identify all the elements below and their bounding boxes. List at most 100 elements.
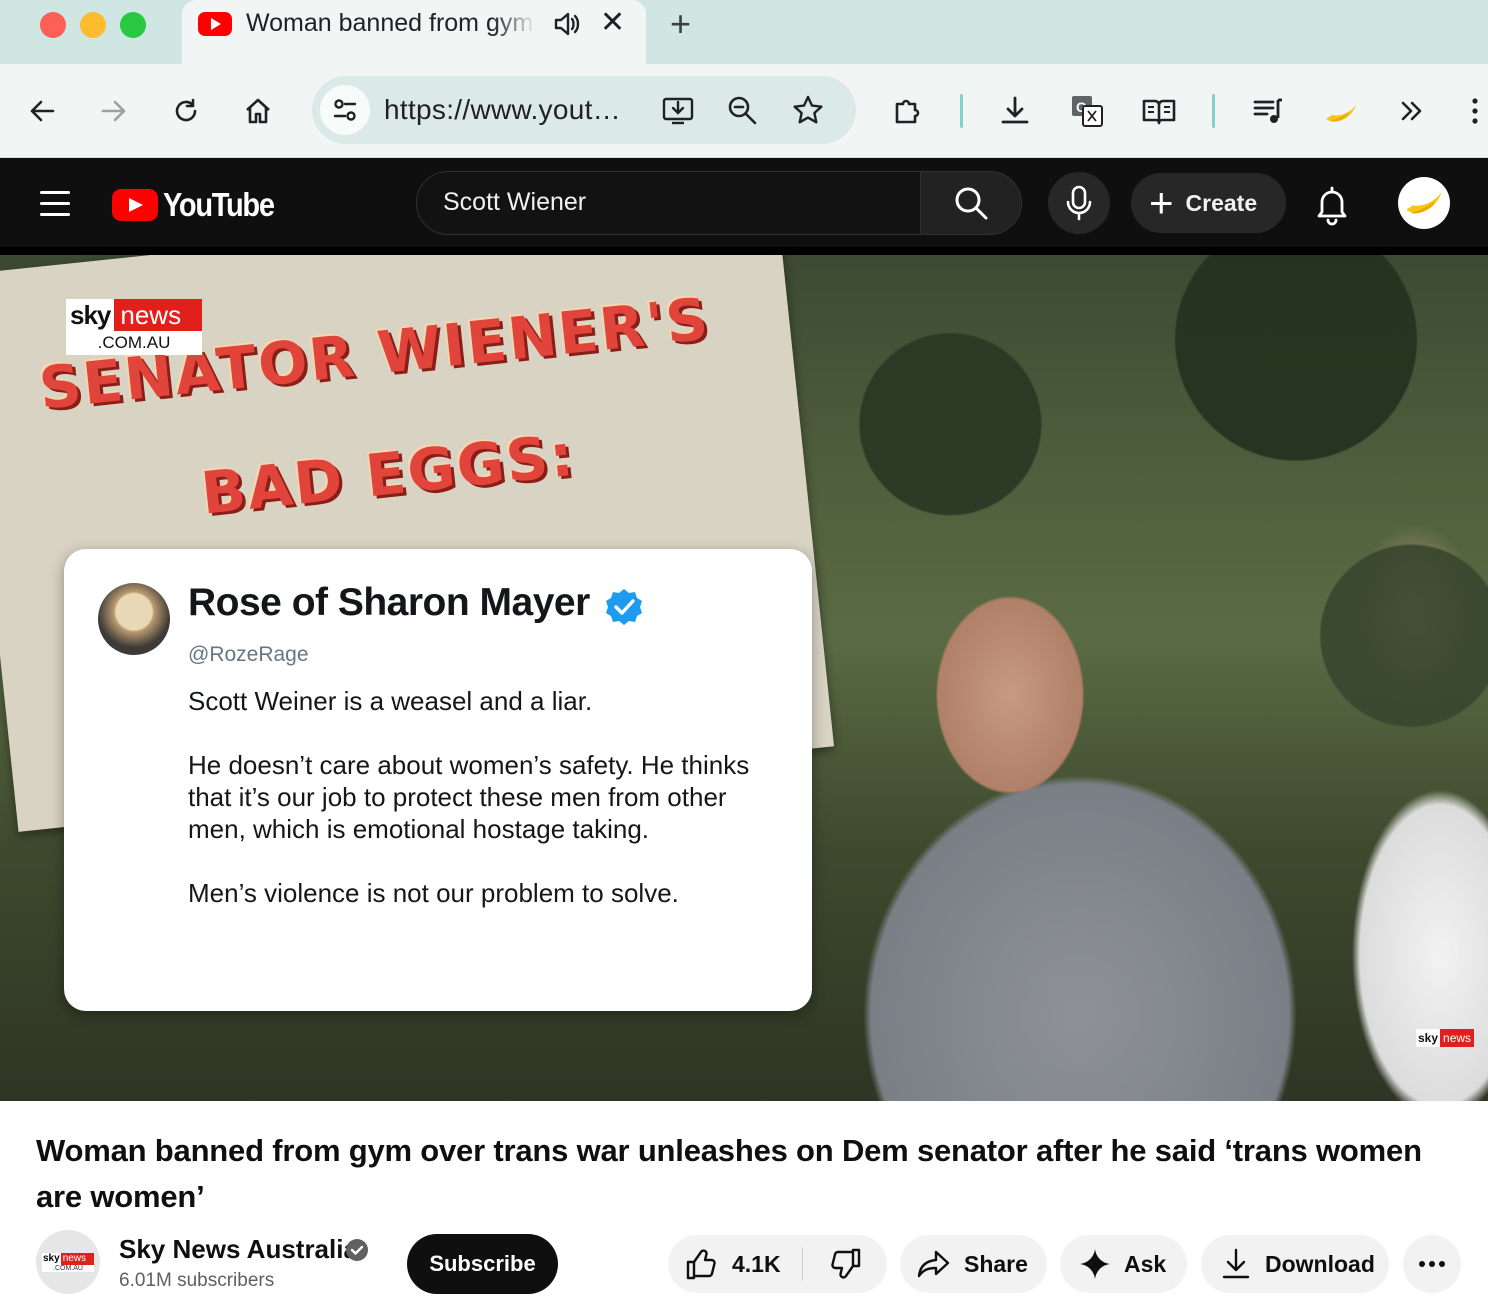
download-label: Download [1265, 1250, 1375, 1277]
channel-avatar[interactable]: sky news .COM.AU [36, 1230, 100, 1294]
youtube-favicon-icon [198, 12, 232, 36]
swirl-logo-icon [1326, 105, 1356, 122]
kebab-menu-icon [1472, 98, 1478, 124]
book-icon [1142, 99, 1176, 125]
browser-menu-button[interactable] [1462, 91, 1488, 131]
toolbar-divider-2 [1212, 94, 1215, 128]
channel-logo-news: news [60, 1252, 94, 1265]
ask-button[interactable]: Ask [1060, 1235, 1187, 1293]
sky-news-watermark: sky news [1416, 1029, 1475, 1047]
masthead-divider [0, 247, 1488, 255]
search-input[interactable]: Scott Wiener [416, 171, 921, 235]
speaker-icon[interactable] [552, 9, 582, 39]
home-icon [246, 98, 270, 124]
tweet-handle: @RozeRage [188, 643, 309, 666]
like-dislike-group: 4.1K [668, 1235, 887, 1293]
media-controls-button[interactable] [1248, 91, 1288, 131]
home-button[interactable] [238, 91, 278, 131]
tune-icon [333, 99, 357, 121]
download-button[interactable]: Download [1201, 1235, 1389, 1293]
voice-search-button[interactable] [1048, 172, 1110, 234]
channel-logo-word: sky [42, 1252, 61, 1265]
new-tab-button[interactable]: + [670, 4, 691, 44]
site-info-button[interactable] [320, 85, 370, 135]
youtube-play-icon [112, 189, 158, 221]
translate-icon: G [1072, 96, 1103, 127]
url-text[interactable]: https://www.yout… [384, 94, 621, 126]
plus-icon: + [1149, 179, 1174, 226]
more-actions-button[interactable] [1403, 1235, 1461, 1293]
subscriber-count: 6.01M subscribers [119, 1270, 275, 1291]
channel-avatar-logo: sky news .COM.AU [42, 1252, 94, 1272]
search-button[interactable] [920, 171, 1022, 235]
sky-logo-domain: .COM.AU [66, 331, 202, 355]
youtube-logo[interactable]: YouTube [112, 185, 289, 225]
address-bar[interactable]: https://www.yout… [312, 76, 856, 144]
channel-logo-domain: .COM.AU [42, 1264, 94, 1272]
watermark-news: news [1440, 1029, 1475, 1047]
verified-badge-icon [606, 589, 642, 625]
account-avatar[interactable] [1398, 177, 1450, 229]
dislike-button[interactable] [803, 1235, 887, 1293]
bookmark-button[interactable] [790, 92, 826, 128]
browser-tab-bar: Woman banned from gym over trans war unl… [0, 0, 1488, 64]
tab-close-icon[interactable]: ✕ [600, 5, 625, 41]
subscribe-button[interactable]: Subscribe [407, 1234, 558, 1294]
video-title: Woman banned from gym over trans war unl… [36, 1133, 1422, 1214]
translate-button[interactable]: G [1067, 91, 1107, 131]
install-app-button[interactable] [660, 92, 696, 128]
video-player[interactable]: SENATOR WIENER'S BAD EGGS: sky news .COM… [0, 255, 1488, 1101]
queue-music-icon [1253, 98, 1282, 123]
chevron-double-right-icon [1401, 101, 1422, 121]
window-close-button[interactable] [40, 12, 66, 38]
arrow-right-icon [101, 100, 126, 122]
forward-button[interactable] [94, 91, 134, 131]
reading-mode-button[interactable] [1139, 91, 1179, 131]
more-extensions-button[interactable] [1392, 91, 1432, 131]
profile-extension-button[interactable] [1320, 91, 1360, 131]
channel-name[interactable]: Sky News Australia [119, 1234, 358, 1265]
sky-logo-word: sky [66, 299, 115, 331]
share-icon [917, 1250, 950, 1278]
share-button[interactable]: Share [900, 1235, 1047, 1293]
browser-tab-active[interactable]: Woman banned from gym over trans war unl… [182, 0, 646, 64]
thumbs-down-icon [831, 1248, 861, 1279]
download-icon [1222, 1248, 1250, 1279]
install-app-icon [662, 97, 694, 125]
star-icon [793, 95, 823, 124]
tweet-author-name: Rose of Sharon Mayer [188, 581, 590, 624]
tweet-paragraph: Scott Weiner is a weasel and a liar. [188, 686, 593, 716]
window-minimize-button[interactable] [80, 12, 106, 38]
youtube-logo-text: YouTube [163, 186, 275, 223]
create-label: Create [1185, 189, 1258, 216]
background-trees [720, 255, 1488, 1101]
search-query[interactable]: Scott Wiener [443, 188, 586, 217]
youtube-masthead: YouTube Scott Wiener + Create [0, 158, 1488, 250]
toolbar-divider [960, 94, 963, 128]
window-zoom-button[interactable] [120, 12, 146, 38]
sparkle-icon [1080, 1249, 1110, 1279]
share-label: Share [964, 1250, 1028, 1277]
ask-label: Ask [1124, 1250, 1167, 1277]
extensions-button[interactable] [888, 91, 928, 131]
zoom-button[interactable] [724, 92, 760, 128]
tweet-body: Scott Weiner is a weasel and a liar. He … [188, 685, 788, 941]
microphone-icon [1066, 185, 1092, 221]
search-icon [955, 187, 988, 220]
more-horizontal-icon [1419, 1261, 1445, 1267]
watermark-word: sky [1416, 1029, 1441, 1047]
arrow-left-icon [30, 100, 55, 122]
notifications-bell-icon[interactable] [1310, 182, 1354, 226]
like-button[interactable]: 4.1K [668, 1235, 802, 1293]
reload-icon [175, 98, 197, 122]
sky-logo-news: news [114, 299, 202, 331]
browser-toolbar: https://www.yout… G [0, 64, 1488, 158]
sky-news-logo: sky news .COM.AU [66, 299, 202, 355]
guide-menu-icon[interactable] [40, 191, 70, 217]
back-button[interactable] [22, 91, 62, 131]
zoom-out-icon [728, 96, 757, 125]
create-button[interactable]: + Create [1131, 173, 1286, 233]
downloads-button[interactable] [995, 91, 1035, 131]
tweet-paragraph: He doesn’t care about women’s safety. He… [188, 750, 750, 844]
reload-button[interactable] [166, 91, 206, 131]
